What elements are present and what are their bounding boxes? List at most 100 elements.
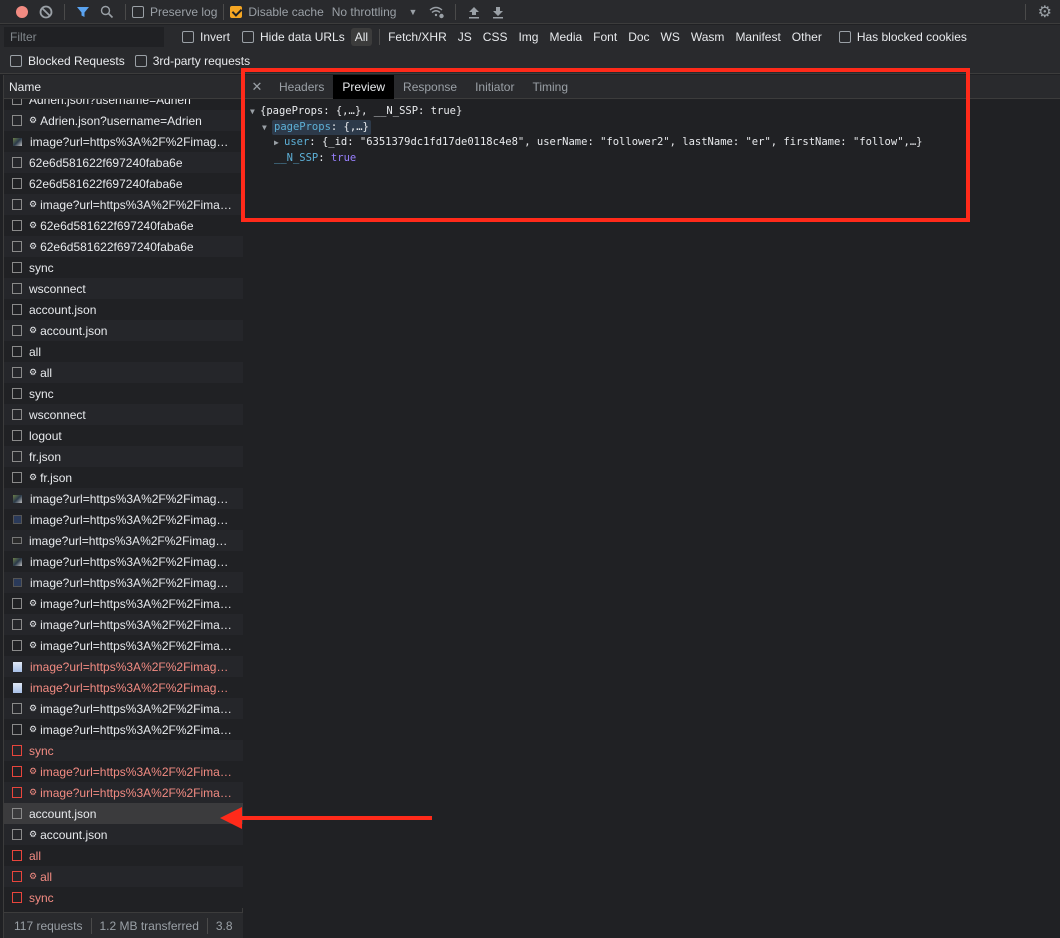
request-row[interactable]: ⚙ Adrien.json?username=Adrien [4,110,243,131]
network-conditions-button[interactable] [425,1,449,23]
request-row[interactable]: account.json [4,299,243,320]
json-root-node[interactable]: ▼ {pageProps: {,…}, __N_SSP: true} [250,104,1060,120]
request-row[interactable]: ⚙ image?url=https%3A%2F%2Fima… [4,719,243,740]
request-row[interactable]: ⚙ image?url=https%3A%2F%2Fima… [4,698,243,719]
toolbar-divider [1025,4,1026,20]
tab-headers[interactable]: Headers [270,75,333,99]
expanded-triangle-icon[interactable]: ▼ [262,120,272,136]
request-row[interactable]: Adrien.json?username=Adrien [4,99,243,110]
request-row[interactable]: image?url=https%3A%2F%2Fimag… [4,677,243,698]
throttling-value: No throttling [331,4,397,19]
hide-data-urls-checkbox[interactable]: Hide data URLs [242,30,345,44]
request-row[interactable]: logout [4,425,243,446]
export-har-button[interactable] [486,1,510,23]
filter-type-doc[interactable]: Doc [624,28,653,46]
filter-type-fetch-xhr[interactable]: Fetch/XHR [384,28,451,46]
request-row[interactable]: fr.json [4,446,243,467]
settings-button[interactable]: ⚙ [1038,2,1052,22]
request-row[interactable]: wsconnect [4,278,243,299]
request-row[interactable]: ⚙ all [4,362,243,383]
request-name: image?url=https%3A%2F%2Fimag… [30,575,229,590]
tab-timing[interactable]: Timing [523,75,577,99]
invert-check[interactable] [182,31,194,43]
json-key: __N_SSP [274,151,319,164]
blocked-requests-check[interactable] [10,55,22,67]
throttling-select[interactable]: No throttling ▼ [332,5,418,19]
close-details-button[interactable]: ✕ [244,79,270,95]
request-row[interactable]: ⚙ 62e6d581622f697240faba6e [4,215,243,236]
filter-toggle-button[interactable] [71,1,95,23]
json-pageprops-node[interactable]: ▼ pageProps: {,…} [250,119,1060,136]
request-row[interactable]: ⚙ fr.json [4,467,243,488]
record-button[interactable] [10,1,34,23]
request-row[interactable]: ⚙ image?url=https%3A%2F%2Fima… [4,782,243,803]
request-row[interactable]: ⚙ image?url=https%3A%2F%2Fima… [4,761,243,782]
collapsed-triangle-icon[interactable]: ▶ [274,135,284,151]
search-button[interactable] [95,1,119,23]
request-row[interactable]: wsconnect [4,404,243,425]
tab-initiator[interactable]: Initiator [466,75,523,99]
request-row[interactable]: ⚙ account.json [4,824,243,845]
filter-type-other[interactable]: Other [788,28,826,46]
filter-type-manifest[interactable]: Manifest [731,28,784,46]
request-row[interactable]: sync [4,383,243,404]
invert-checkbox[interactable]: Invert [182,30,230,44]
toolbar-divider [455,3,457,20]
request-row[interactable]: sync [4,887,243,908]
filter-type-wasm[interactable]: Wasm [687,28,729,46]
request-row[interactable]: sync [4,257,243,278]
request-row[interactable]: all [4,341,243,362]
blocked-requests-checkbox[interactable]: Blocked Requests [10,54,125,68]
has-blocked-cookies-checkbox[interactable]: Has blocked cookies [838,30,967,44]
document-icon [12,745,22,756]
disable-cache-check[interactable] [230,5,243,18]
filter-type-js[interactable]: JS [454,28,476,46]
request-row[interactable]: sync [4,740,243,761]
request-row[interactable]: 62e6d581622f697240faba6e [4,173,243,194]
request-row[interactable]: all [4,845,243,866]
document-icon [12,220,22,231]
import-har-button[interactable] [462,1,486,23]
clear-button[interactable] [34,1,58,23]
request-row[interactable]: ⚙ image?url=https%3A%2F%2Fima… [4,635,243,656]
request-row[interactable]: 62e6d581622f697240faba6e [4,152,243,173]
request-name: all [40,869,53,884]
hide-data-urls-check[interactable] [242,31,255,43]
tab-response[interactable]: Response [394,75,466,99]
filter-type-all[interactable]: All [350,28,373,46]
third-party-requests-check[interactable] [134,55,147,67]
request-row[interactable]: image?url=https%3A%2F%2Fimag… [4,551,243,572]
preserve-log-check[interactable] [132,5,144,18]
tab-preview[interactable]: Preview [333,74,395,99]
service-worker-gear-icon: ⚙ [29,472,38,482]
name-column-header[interactable]: Name [4,75,242,99]
filter-type-font[interactable]: Font [589,28,621,46]
expanded-triangle-icon[interactable]: ▼ [250,104,260,120]
request-row[interactable]: image?url=https%3A%2F%2Fimag… [4,488,243,509]
request-row[interactable]: ⚙ image?url=https%3A%2F%2Fima… [4,194,243,215]
third-party-requests-checkbox[interactable]: 3rd-party requests [134,54,250,68]
has-blocked-cookies-check[interactable] [838,31,851,43]
request-row[interactable]: image?url=https%3A%2F%2Fimag… [4,509,243,530]
disable-cache-checkbox[interactable]: Disable cache [230,5,324,19]
filter-type-ws[interactable]: WS [657,28,684,46]
request-row[interactable]: image?url=https%3A%2F%2Fimag… [4,530,243,551]
request-row[interactable]: account.json [4,803,243,824]
request-row[interactable]: image?url=https%3A%2F%2Fimag… [4,572,243,593]
filter-input[interactable] [4,27,164,47]
request-row[interactable]: ⚙ image?url=https%3A%2F%2Fima… [4,614,243,635]
filter-type-img[interactable]: Img [514,28,542,46]
request-row[interactable]: image?url=https%3A%2F%2Fimag… [4,656,243,677]
request-name: account.json [29,302,97,317]
preserve-log-checkbox[interactable]: Preserve log [132,5,217,19]
filter-type-css[interactable]: CSS [479,28,512,46]
filter-type-media[interactable]: Media [545,28,586,46]
request-row[interactable]: ⚙ 62e6d581622f697240faba6e [4,236,243,257]
request-list[interactable]: Adrien.json?username=Adrien ⚙ Adrien.json?… [4,99,243,910]
request-row[interactable]: ⚙ image?url=https%3A%2F%2Fima… [4,593,243,614]
request-row[interactable]: image?url=https%3A%2F%2Fimag… [4,131,243,152]
json-user-node[interactable]: ▶ user: {_id: "6351379dc1fd17de0118c4e8"… [250,135,1060,151]
image-thumbnail-icon [13,578,22,587]
request-row[interactable]: ⚙ all [4,866,243,887]
request-row[interactable]: ⚙ account.json [4,320,243,341]
